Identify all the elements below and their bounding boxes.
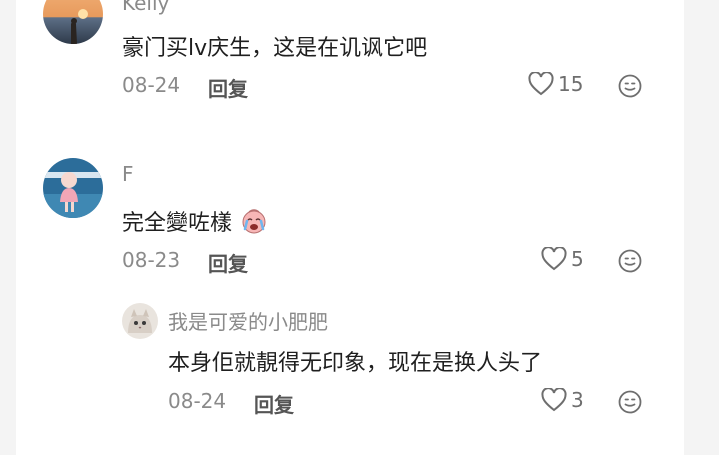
comment-author[interactable]: Kelly [122,0,169,15]
smiley-face-icon [618,74,642,98]
crying-face-emoji-icon [240,207,268,241]
reply-button[interactable]: 回复 [208,248,248,277]
reply-button[interactable]: 回复 [254,389,294,418]
smiley-face-icon [618,390,642,414]
emoji-reaction-button[interactable] [618,390,642,414]
avatar[interactable] [122,303,158,339]
comment-date: 08-24 [122,73,181,97]
reply-button[interactable]: 回复 [208,73,248,102]
comment-text: 完全變咗樣 [122,205,268,241]
avatar[interactable] [43,158,103,218]
like-count: 3 [571,388,584,412]
reply-text: 本身佢就靚得无印象，现在是换人头了 [168,351,543,376]
page-left-gutter [0,0,16,455]
comment-date: 08-23 [122,248,181,272]
reply-author[interactable]: 我是可爱的小肥肥 [168,306,328,335]
like-button[interactable]: 5 [541,247,584,271]
heart-icon [541,388,567,412]
comment-author[interactable]: F [122,162,134,186]
like-count: 5 [571,247,584,271]
comment-panel [16,0,684,455]
cat-photo-avatar-icon [122,303,158,339]
page-right-gutter [684,0,719,455]
comment-text: 豪门买lv庆生，这是在讥讽它吧 [122,36,428,61]
heart-icon [528,72,554,96]
emoji-reaction-button[interactable] [618,74,642,98]
smiley-face-icon [618,249,642,273]
like-count: 15 [558,72,584,96]
reply-date: 08-24 [168,389,227,413]
emoji-reaction-button[interactable] [618,249,642,273]
like-button[interactable]: 3 [541,388,584,412]
comment-text-content: 完全變咗樣 [122,211,233,236]
like-button[interactable]: 15 [528,72,583,96]
heart-icon [541,247,567,271]
child-photo-avatar-icon [43,158,103,218]
